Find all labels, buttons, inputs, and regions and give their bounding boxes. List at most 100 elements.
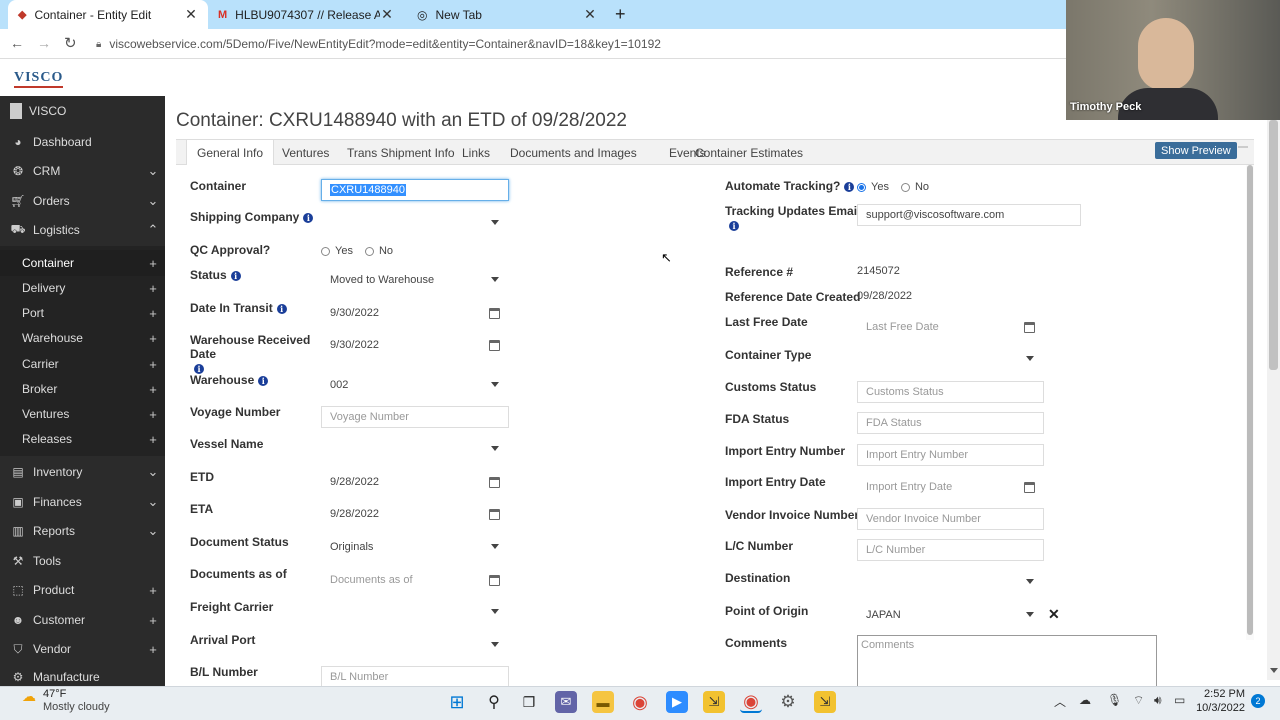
plus-icon[interactable]: + [141,306,165,321]
plus-icon[interactable]: + [141,583,165,598]
arrival-port-select[interactable] [321,634,509,656]
tab-container-estimates[interactable]: Container Estimates [695,140,803,165]
info-icon[interactable]: i [303,212,314,223]
warehouse-received-input[interactable]: 9/30/2022 [321,334,509,356]
collapse-icon[interactable] [1238,146,1248,148]
etd-input[interactable]: 9/28/2022 [321,471,509,493]
info-icon[interactable]: i [258,375,269,386]
vessel-name-select[interactable] [321,438,509,460]
tracking-email-input[interactable]: support@viscosoftware.com [857,204,1081,226]
weather-desc[interactable]: Mostly cloudy [43,701,110,713]
plus-icon[interactable]: + [141,331,165,346]
sidebar-item-dashboard[interactable]: ◕ Dashboard [0,129,165,155]
browser-tab-active[interactable]: ◆ Container - Entity Edit ✕ [8,0,208,29]
info-icon[interactable]: i [729,220,739,231]
lc-number-input[interactable]: L/C Number [857,539,1044,561]
tab-ventures[interactable]: Ventures [282,140,329,165]
tracking-yes-radio[interactable] [857,182,866,192]
plus-icon[interactable]: + [141,256,165,271]
import-entry-date-input[interactable]: Import Entry Date [857,476,1044,498]
import-entry-number-input[interactable]: Import Entry Number [857,444,1044,466]
tab-links[interactable]: Links [462,140,490,165]
calendar-icon[interactable] [489,477,500,488]
container-input[interactable]: CXRU1488940 [321,179,509,201]
close-tab-icon[interactable]: ✕ [583,6,597,23]
fda-status-input[interactable]: FDA Status [857,412,1044,434]
sidebar-item-manufacture[interactable]: ⚙ Manufacture [0,668,165,686]
wifi-icon[interactable]: ⌔ [1133,693,1144,708]
voyage-number-input[interactable]: Voyage Number [321,406,509,428]
chrome-icon[interactable]: ◉ [629,691,651,713]
shortcut-app-icon[interactable]: ⇲ [703,691,725,713]
documents-as-of-input[interactable]: Documents as of [321,569,509,591]
cloud-icon[interactable]: ☁ [1079,693,1091,707]
show-preview-button[interactable]: Show Preview [1155,142,1237,159]
speaker-icon[interactable]: 🔊︎ [1154,693,1162,708]
tracking-no-radio[interactable] [900,182,910,192]
settings-gear-icon[interactable]: ⚙ [777,691,799,713]
sidebar-item-broker[interactable]: Broker + [0,376,165,402]
forward-icon[interactable]: → [37,35,51,51]
sidebar-item-inventory[interactable]: ▤ Inventory ⌄ [0,459,165,485]
plus-icon[interactable]: + [141,382,165,397]
sidebar-item-carrier[interactable]: Carrier + [0,351,165,377]
calendar-icon[interactable] [1024,482,1035,493]
plus-icon[interactable]: + [141,281,165,296]
qc-no-radio[interactable] [364,246,374,256]
teams-chat-icon[interactable]: ✉ [555,691,577,713]
sidebar-item-tools[interactable]: ⚒ Tools [0,548,165,574]
url-field[interactable]: 🔒︎ viscowebservice.com/5Demo/Five/NewEnt… [96,34,1066,54]
windows-start-icon[interactable]: ⊞ [446,691,468,713]
point-of-origin-select[interactable]: JAPAN [857,604,1044,626]
sidebar-item-warehouse[interactable]: Warehouse + [0,325,165,351]
notification-badge[interactable]: 2 [1251,694,1265,708]
task-view-icon[interactable]: ❐ [518,691,540,713]
sidebar-item-ventures[interactable]: Ventures + [0,401,165,427]
status-select[interactable]: Moved to Warehouse [321,269,509,291]
document-status-select[interactable]: Originals [321,536,509,558]
sidebar-item-reports[interactable]: ▥ Reports ⌄ [0,518,165,544]
shipping-company-select[interactable] [321,212,509,234]
plus-icon[interactable]: + [141,407,165,422]
sidebar-item-port[interactable]: Port + [0,300,165,326]
sidebar-item-vendor[interactable]: ⛉ Vendor + [0,636,165,662]
sidebar-item-releases[interactable]: Releases + [0,426,165,452]
eta-input[interactable]: 9/28/2022 [321,503,509,525]
qc-yes-radio[interactable] [321,246,330,256]
freight-carrier-select[interactable] [321,601,509,623]
calendar-icon[interactable] [489,509,500,520]
browser-tab[interactable]: ◎ New Tab ✕ [407,0,607,29]
new-tab-icon[interactable]: + [615,4,626,25]
plus-icon[interactable]: + [141,357,165,372]
clear-icon[interactable]: ✕ [1048,606,1060,623]
info-icon[interactable]: i [844,181,855,192]
microphone-icon[interactable]: 🎙︎ [1107,693,1122,707]
sidebar-item-product[interactable]: ⬚ Product + [0,577,165,603]
back-icon[interactable]: ← [10,35,24,51]
sidebar-item-crm[interactable]: ❂ CRM ⌄ [0,158,165,184]
sidebar-item-logistics[interactable]: ⛟ Logistics ⌃ [0,217,165,243]
last-free-date-input[interactable]: Last Free Date [857,316,1044,338]
calendar-icon[interactable] [1024,322,1035,333]
page-scrollbar-thumb[interactable] [1269,120,1278,370]
info-icon[interactable]: i [276,303,287,314]
sidebar-item-delivery[interactable]: Delivery + [0,275,165,301]
file-explorer-icon[interactable]: ▬ [592,691,614,713]
calendar-icon[interactable] [489,340,500,351]
close-tab-icon[interactable]: ✕ [184,6,198,23]
clock-time[interactable]: 2:52 PM [1199,688,1245,700]
shortcut-app-icon-2[interactable]: ⇲ [814,691,836,713]
calendar-icon[interactable] [489,308,500,319]
sidebar-item-customer[interactable]: ☻ Customer + [0,607,165,633]
chevron-up-icon[interactable]: ︿ [1054,693,1066,710]
plus-icon[interactable]: + [141,642,165,657]
sidebar-item-container[interactable]: Container + [0,250,165,276]
warehouse-select[interactable]: 002 [321,374,509,396]
bl-number-input[interactable]: B/L Number [321,666,509,686]
destination-select[interactable] [857,571,1044,593]
reload-icon[interactable]: ↻ [64,34,77,52]
clock-date[interactable]: 10/3/2022 [1195,702,1245,714]
weather-temp[interactable]: 47°F [43,688,66,700]
calendar-icon[interactable] [489,575,500,586]
tab-trans-shipment-info[interactable]: Trans Shipment Info [347,140,455,165]
